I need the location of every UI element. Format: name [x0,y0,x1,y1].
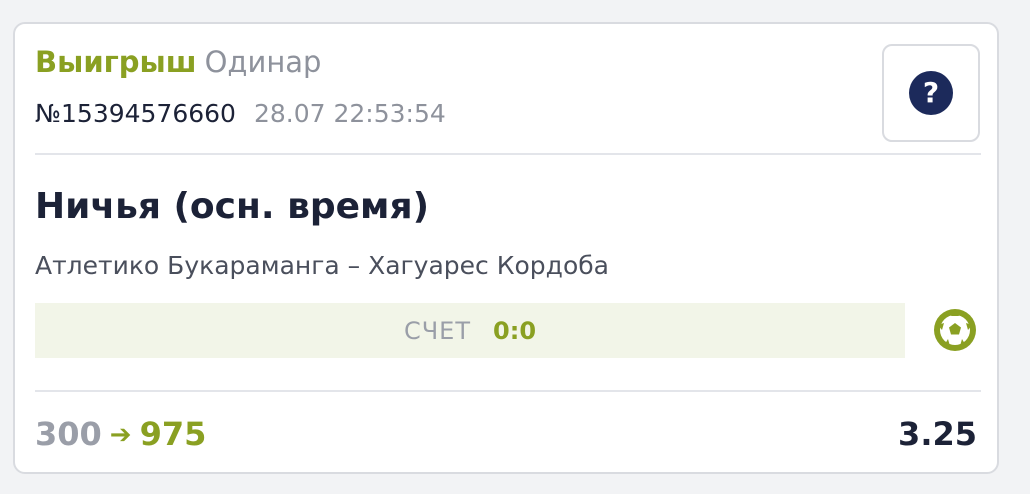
match-name: Атлетико Букараманга – Хагуарес Кордоба [35,251,609,280]
score-label: СЧЕТ [403,316,472,345]
bet-meta: №15394576660 28.07 22:53:54 [35,98,446,130]
bet-number: №15394576660 [35,99,236,128]
stake-amount: 300 [35,415,102,453]
bet-odds: 3.25 [898,415,977,453]
divider [35,390,981,392]
bet-status: Выигрыш [35,45,197,79]
bet-card: Выигрыш Одинар №15394576660 28.07 22:53:54… [13,22,999,474]
score-bar: СЧЕТ 0:0 [35,303,905,358]
stake-payout: 300 ➔ 975 [35,414,206,455]
bet-datetime: 28.07 22:53:54 [253,99,446,128]
question-icon: ? [909,71,953,115]
bet-outcome: Ничья (осн. время) [35,186,430,227]
help-button[interactable]: ? [882,44,980,142]
bet-header: Выигрыш Одинар [35,44,321,80]
payout-amount: 975 [139,415,207,453]
score-value: 0:0 [493,316,537,345]
divider [35,153,981,155]
bet-type: Одинар [204,45,322,79]
football-icon [934,309,976,351]
arrow-right-icon: ➔ [109,420,132,450]
